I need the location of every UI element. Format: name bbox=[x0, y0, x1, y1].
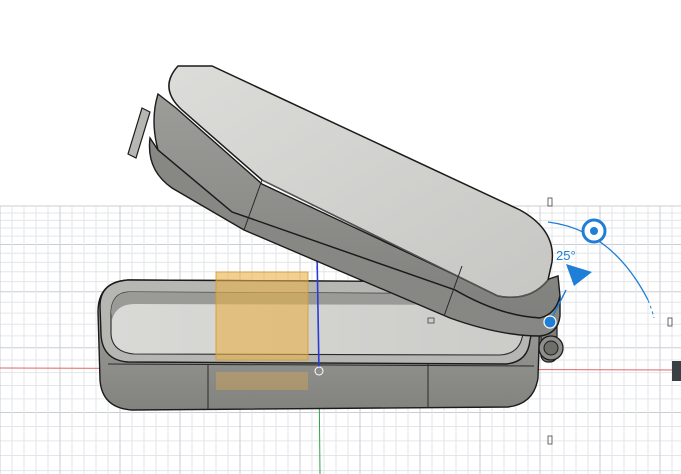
section-plane[interactable] bbox=[215, 271, 309, 361]
section-plane-lower bbox=[216, 372, 308, 390]
angle-readout[interactable]: 25° bbox=[556, 248, 576, 263]
rotate-handle-icon[interactable] bbox=[581, 218, 607, 244]
origin-point-icon[interactable] bbox=[314, 366, 324, 376]
grid-marker-bottom bbox=[547, 435, 553, 445]
side-panel-tab[interactable] bbox=[672, 361, 681, 381]
pivot-point-icon[interactable] bbox=[543, 315, 557, 329]
canvas-3d[interactable]: 25° bbox=[0, 0, 681, 474]
design-viewport[interactable]: 25° bbox=[0, 0, 681, 474]
grid-marker-top bbox=[547, 197, 553, 207]
lid-latch-tab[interactable] bbox=[127, 107, 151, 159]
